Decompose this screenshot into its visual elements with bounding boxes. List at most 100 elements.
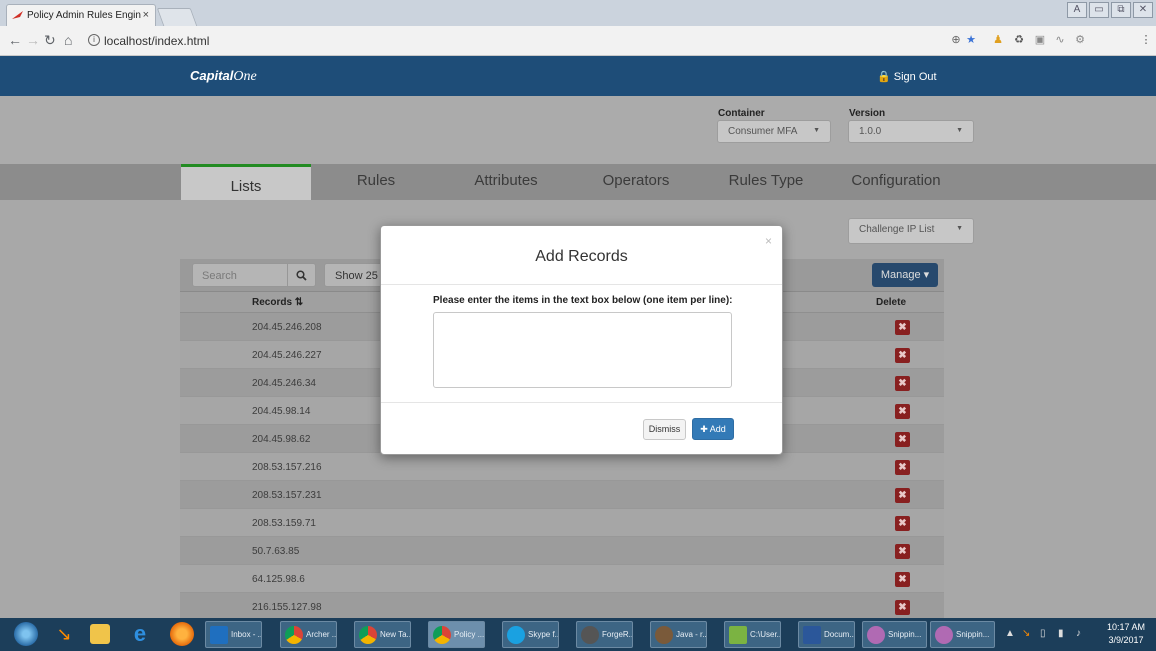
browser-tabstrip: Policy Admin Rules Engin × A ▭ ⧉ ✕ bbox=[0, 0, 1156, 26]
taskbar-clock[interactable]: 10:17 AM 3/9/2017 bbox=[1098, 621, 1154, 647]
minimize-button[interactable]: ▭ bbox=[1089, 2, 1109, 18]
taskbar-java[interactable]: Java - r... bbox=[650, 621, 707, 648]
internet-explorer-icon[interactable]: e bbox=[128, 622, 152, 646]
taskbar-label: Docum... bbox=[824, 630, 855, 639]
delete-icon[interactable]: ✖ bbox=[895, 600, 910, 615]
taskbar-word[interactable]: Docum... bbox=[798, 621, 855, 648]
extension-recycle-icon[interactable]: ♻ bbox=[1013, 34, 1025, 46]
version-label: Version bbox=[849, 108, 886, 119]
list-select[interactable]: Challenge IP List ▼ bbox=[848, 218, 974, 244]
delete-icon[interactable]: ✖ bbox=[895, 544, 910, 559]
tab-rules[interactable]: Rules bbox=[311, 164, 441, 200]
delete-icon[interactable]: ✖ bbox=[895, 376, 910, 391]
dismiss-button[interactable]: Dismiss bbox=[643, 419, 686, 440]
taskbar-policy[interactable]: Policy ... bbox=[428, 621, 485, 648]
taskbar-label: Inbox - ... bbox=[231, 630, 262, 639]
tray-expand-icon[interactable]: ▲ bbox=[1005, 628, 1015, 639]
table-row: 64.125.98.6 ✖ bbox=[180, 565, 944, 593]
zoom-icon[interactable]: ⊕ bbox=[950, 34, 962, 46]
tab-lists[interactable]: Lists bbox=[181, 164, 311, 200]
taskbar-skype[interactable]: Skype f... bbox=[502, 621, 559, 648]
tab-close-icon[interactable]: × bbox=[143, 9, 149, 21]
tab-configuration[interactable]: Configuration bbox=[831, 164, 961, 200]
taskbar-archer[interactable]: Archer ... bbox=[280, 621, 337, 648]
taskbar-new-tab[interactable]: New Ta... bbox=[354, 621, 411, 648]
modal-title: Add Records bbox=[535, 248, 628, 265]
taskbar-outlook[interactable]: Inbox - ... bbox=[205, 621, 262, 648]
add-records-modal: × Add Records Please enter the items in … bbox=[380, 225, 783, 455]
taskbar-label: Snippin... bbox=[956, 630, 990, 639]
address-bar[interactable]: i localhost/index.html bbox=[86, 30, 946, 52]
forward-arrow-icon[interactable]: → bbox=[26, 32, 40, 48]
main-tabs: Lists Rules Attributes Operators Rules T… bbox=[0, 164, 1156, 200]
table-row: 208.53.157.216 ✖ bbox=[180, 453, 944, 481]
version-select[interactable]: 1.0.0 ▼ bbox=[848, 120, 974, 143]
browser-toolbar: ← → ↻ ⌂ i localhost/index.html ⊕ ★ ♟ ♻ ▣… bbox=[0, 26, 1156, 56]
start-button-icon[interactable] bbox=[14, 622, 38, 646]
container-select[interactable]: Consumer MFA ▼ bbox=[717, 120, 831, 143]
home-icon[interactable]: ⌂ bbox=[64, 32, 72, 48]
profile-button[interactable]: A bbox=[1067, 2, 1087, 18]
delete-icon[interactable]: ✖ bbox=[895, 432, 910, 447]
extension-gear-icon[interactable]: ⚙ bbox=[1074, 34, 1086, 46]
back-arrow-icon[interactable]: ← bbox=[8, 32, 22, 48]
browser-tab[interactable]: Policy Admin Rules Engin × bbox=[6, 4, 156, 26]
tray-signal-icon[interactable]: ▮ bbox=[1058, 628, 1064, 639]
file-explorer-icon[interactable] bbox=[90, 624, 110, 644]
windows-taskbar: ↘ e Inbox - ... Archer ... New Ta... Pol… bbox=[0, 618, 1156, 651]
container-value: Consumer MFA bbox=[728, 126, 798, 137]
manage-button[interactable]: Manage ▾ bbox=[872, 263, 938, 287]
maximize-button[interactable]: ⧉ bbox=[1111, 2, 1131, 18]
delete-icon[interactable]: ✖ bbox=[895, 348, 910, 363]
search-icon bbox=[296, 270, 307, 281]
app-icon[interactable]: ↘ bbox=[52, 622, 76, 646]
taskbar-forge[interactable]: ForgeR... bbox=[576, 621, 633, 648]
tab-rules-type[interactable]: Rules Type bbox=[701, 164, 831, 200]
records-column-header[interactable]: Records ⇅ bbox=[252, 297, 303, 308]
record-value: 208.53.159.71 bbox=[252, 518, 316, 529]
search-input[interactable]: Search bbox=[192, 263, 288, 287]
new-tab-button[interactable] bbox=[156, 8, 198, 26]
version-value: 1.0.0 bbox=[859, 126, 882, 137]
chrome-icon bbox=[285, 626, 303, 644]
tray-network-icon[interactable]: ▯ bbox=[1040, 628, 1046, 639]
extension-icon[interactable]: ♟ bbox=[992, 34, 1004, 46]
bookmark-star-icon[interactable]: ★ bbox=[965, 34, 977, 46]
record-value: 204.45.98.14 bbox=[252, 406, 311, 417]
info-icon[interactable]: i bbox=[88, 34, 100, 46]
tray-volume-icon[interactable]: ♪ bbox=[1076, 628, 1081, 639]
browser-menu-icon[interactable]: ⋮ bbox=[1140, 34, 1152, 46]
chrome-icon bbox=[433, 626, 451, 644]
capital-one-logo[interactable]: CapitalOne bbox=[190, 68, 257, 85]
taskbar-snipping-1[interactable]: Snippin... bbox=[862, 621, 927, 648]
delete-icon[interactable]: ✖ bbox=[895, 572, 910, 587]
records-textarea[interactable] bbox=[433, 312, 732, 388]
extension-wave-icon[interactable]: ∿ bbox=[1054, 34, 1066, 46]
reload-icon[interactable]: ↻ bbox=[44, 32, 56, 49]
record-value: 204.45.246.34 bbox=[252, 378, 316, 389]
word-icon bbox=[803, 626, 821, 644]
delete-icon[interactable]: ✖ bbox=[895, 404, 910, 419]
close-icon[interactable]: × bbox=[765, 234, 772, 248]
delete-icon[interactable]: ✖ bbox=[895, 320, 910, 335]
clock-time: 10:17 AM bbox=[1106, 622, 1146, 632]
tray-app-icon[interactable]: ↘ bbox=[1022, 628, 1030, 639]
add-button[interactable]: ✚ Add bbox=[692, 418, 734, 440]
taskbar-label: ForgeR... bbox=[602, 630, 633, 639]
close-window-button[interactable]: ✕ bbox=[1133, 2, 1153, 18]
logo-text: Capital bbox=[190, 68, 234, 83]
taskbar-explorer[interactable]: C:\User... bbox=[724, 621, 781, 648]
taskbar-snipping-2[interactable]: Snippin... bbox=[930, 621, 995, 648]
list-select-value: Challenge IP List bbox=[859, 224, 935, 235]
delete-icon[interactable]: ✖ bbox=[895, 460, 910, 475]
firefox-icon[interactable] bbox=[170, 622, 194, 646]
delete-icon[interactable]: ✖ bbox=[895, 488, 910, 503]
extension-square-icon[interactable]: ▣ bbox=[1034, 34, 1046, 46]
sign-out-link[interactable]: 🔒 Sign Out bbox=[877, 70, 937, 83]
tab-attributes[interactable]: Attributes bbox=[441, 164, 571, 200]
record-value: 208.53.157.216 bbox=[252, 462, 322, 473]
search-button[interactable] bbox=[288, 263, 316, 287]
forge-icon bbox=[581, 626, 599, 644]
delete-icon[interactable]: ✖ bbox=[895, 516, 910, 531]
tab-operators[interactable]: Operators bbox=[571, 164, 701, 200]
